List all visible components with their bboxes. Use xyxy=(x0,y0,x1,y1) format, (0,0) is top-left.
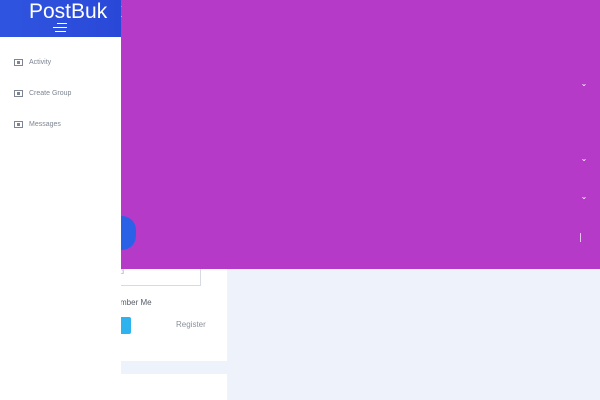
chevron-down-icon[interactable]: ⌄ xyxy=(580,155,588,163)
divider xyxy=(580,233,581,242)
menu-icon[interactable] xyxy=(53,23,67,35)
sidebar-item-label: Create Group xyxy=(29,90,72,97)
sidebar-item-create-group[interactable]: Create Group xyxy=(14,88,104,100)
sidebar-item-label: Messages xyxy=(29,121,61,128)
chevron-down-icon[interactable]: ⌄ xyxy=(580,193,588,201)
sidebar-item-activity[interactable]: Activity xyxy=(14,57,104,69)
chevron-down-icon[interactable]: ⌄ xyxy=(580,80,588,88)
register-link[interactable]: Register xyxy=(176,320,206,329)
sidebar-item-messages[interactable]: Messages xyxy=(14,119,104,131)
lower-panel xyxy=(0,374,227,400)
remember-me-label[interactable]: mber Me xyxy=(120,298,152,307)
sidebar-item-label: Activity xyxy=(29,59,52,66)
brand-name[interactable]: PostBuk xyxy=(29,0,107,24)
brand-bar: PostBuk xyxy=(0,0,121,37)
nav-list-icon xyxy=(14,59,23,66)
sidebar: PostBuk Activity Create Group Messages xyxy=(0,0,121,374)
nav-list-icon xyxy=(14,90,23,97)
nav-list-icon xyxy=(14,121,23,128)
